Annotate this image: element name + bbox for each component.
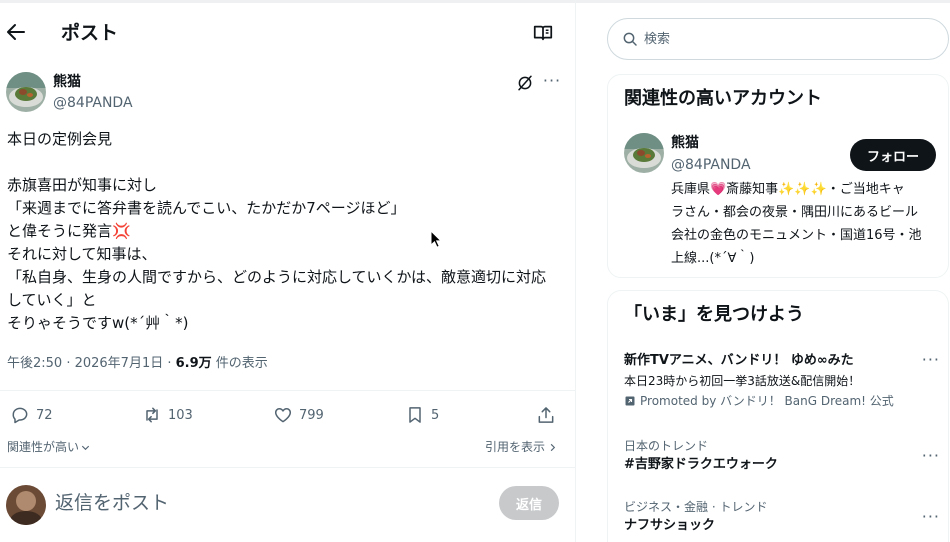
post-meta: 午後2:50 · 2026年7月1日 · 6.9万 件の表示 [7,355,268,373]
post-line [7,151,567,174]
trend-title: ナフサショック [624,518,716,533]
reply-sort-bar: 関連性が高い 引用を表示 [0,436,576,458]
bookmark-icon [409,407,421,423]
reader-icon[interactable] [532,22,554,44]
post-line: 本日の定例会見 [7,130,113,148]
search-input[interactable] [644,29,934,49]
post-line: 赤旗喜田が知事に対し [7,176,158,194]
promoted-label: Promoted by バンドリ！ BanG Dream! 公式 [640,394,894,408]
reply-count: 72 [36,407,53,423]
action-bar: 72 103 799 5 [0,400,576,430]
more-icon[interactable]: ··· [922,508,940,526]
card-title: 「いま」を見つけよう [624,304,804,325]
related-accounts-card: 関連性の高いアカウント 熊猫 @84PANDA フォロー 兵庫県💗斎藤知事✨✨✨… [607,74,949,278]
account-name[interactable]: 熊猫 [671,133,699,153]
trend-item[interactable]: 新作TVアニメ、バンドリ！ ゆめ∞みた 本日23時から初回一挙3話放送&配信開始… [624,351,940,411]
post-author: 熊猫 @84PANDA ··· [6,72,566,112]
promoted-icon [625,396,635,406]
page-title: ポスト [61,22,119,44]
bio-line: 上線...(*´∀｀) [671,251,755,266]
trend-title: 新作TVアニメ、バンドリ！ ゆめ∞みた [624,353,854,368]
bio-line: 会社の金色のモニュメント・国道16号・池 [671,228,922,243]
trend-item[interactable]: 日本のトレンド #吉野家ドラクエウォーク ··· [624,437,940,475]
post-header: ポスト [0,12,576,56]
reply-submit-button[interactable]: 返信 [499,486,559,520]
more-icon[interactable]: ··· [542,72,562,92]
post-line: 「私自身、生身の人間ですから、どのように対応していくかは、敵意適切に対応 [7,268,546,286]
trend-promoted: Promoted by バンドリ！ BanG Dream! 公式 [624,391,940,411]
relevance-sort[interactable]: 関連性が高い [7,438,91,455]
avatar[interactable] [624,133,664,173]
post-line: していく」と [7,291,97,309]
author-name[interactable]: 熊猫 [53,72,81,92]
repost-icon [146,407,158,423]
repost-count: 103 [168,407,193,423]
main-column: ポスト 熊猫 @84PANDA ··· 本日の定例会見 赤旗喜田が知事に対し 「… [0,0,576,542]
divider [0,390,576,391]
chevron-right-icon [550,443,556,452]
post-line: と偉そうに発言💢 [7,222,131,240]
post-line: そりゃそうですw(*´艸｀*) [7,314,189,332]
trend-title: #吉野家ドラクエウォーク [624,457,778,472]
bio-line: ラさん・都会の夜景・隅田川にあるビール [671,205,919,220]
quotes-label: 引用を表示 [484,440,545,454]
avatar [6,485,46,525]
share-icon [538,407,554,423]
bookmark-button[interactable]: 5 [405,403,439,427]
share-button[interactable] [536,403,556,427]
whats-happening-card: 「いま」を見つけよう 新作TVアニメ、バンドリ！ ゆめ∞みた 本日23時から初回… [607,290,949,542]
heart-icon [274,408,292,423]
card-title: 関連性の高いアカウント [624,88,822,109]
divider [0,467,576,468]
view-quotes-link[interactable]: 引用を表示 [485,438,558,455]
reply-button[interactable]: 72 [10,403,53,427]
trend-item[interactable]: ビジネス・金融 · トレンド ナフサショック ··· [624,498,940,536]
post-line: 「来週までに答弁書を読んでこい、たかだか7ページほど」 [7,199,406,217]
bio-line: 兵庫県💗斎藤知事✨✨✨・ご当地キャ [671,182,905,197]
trend-description: 本日23時から初回一挙3話放送&配信開始！ [624,374,861,388]
reply-input[interactable] [55,490,475,516]
more-icon[interactable]: ··· [922,447,940,465]
view-label: 件の表示 [211,356,268,371]
avatar[interactable] [6,72,46,112]
reply-icon [12,407,28,424]
account-handle[interactable]: @84PANDA [671,155,751,175]
like-count: 799 [299,407,324,423]
bookmark-count: 5 [431,407,440,423]
post-body: 本日の定例会見 赤旗喜田が知事に対し 「来週までに答弁書を読んでこい、たかだか7… [7,128,567,335]
view-count: 6.9万 [175,356,212,371]
account-bio: 兵庫県💗斎藤知事✨✨✨・ご当地キャ ラさん・都会の夜景・隅田川にあるビール 会社… [671,178,937,270]
follow-button[interactable]: フォロー [850,139,936,171]
like-button[interactable]: 799 [273,403,324,427]
grok-icon[interactable] [516,74,534,92]
back-arrow-icon[interactable] [4,20,28,44]
post-line: それに対して知事は、 [7,245,157,263]
repost-button[interactable]: 103 [142,403,193,427]
author-handle[interactable]: @84PANDA [53,93,133,113]
more-icon[interactable]: ··· [922,351,940,369]
trend-category: 日本のトレンド [624,439,709,453]
relevance-label: 関連性が高い [7,440,80,454]
search-icon [623,32,637,46]
search-box[interactable] [607,18,949,60]
chevron-down-icon [81,445,90,451]
mouse-cursor-icon [430,230,442,248]
post-time[interactable]: 午後2:50 · 2026年7月1日 · [7,356,176,371]
trend-category: ビジネス・金融 · トレンド [624,500,768,514]
